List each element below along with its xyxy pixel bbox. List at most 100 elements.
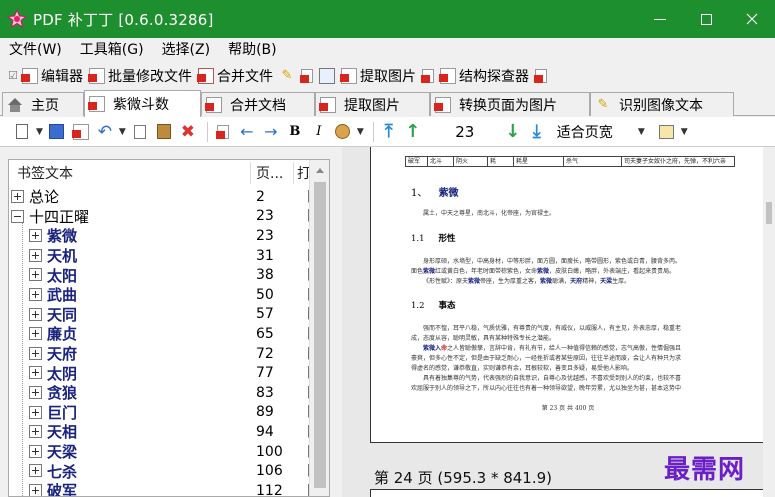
ocr-tool-button[interactable]: ✎ <box>279 63 295 89</box>
column-divider[interactable] <box>293 162 294 184</box>
zoom-value: 适合页宽 <box>556 124 613 141</box>
expand-icon[interactable] <box>29 385 42 399</box>
expand-icon[interactable] <box>29 425 42 439</box>
bookmark-row[interactable]: 天梁100[ <box>9 442 312 462</box>
pdf-tool-button-2[interactable] <box>421 63 434 89</box>
bookmark-row[interactable]: 天相94[ <box>9 422 312 442</box>
last-page-button[interactable]: ⤓ <box>527 121 547 142</box>
expand-icon[interactable] <box>29 366 42 380</box>
tab-ziwei[interactable]: 紫微斗数 <box>84 90 201 117</box>
color-button[interactable] <box>333 122 353 142</box>
doc-icon <box>319 68 335 84</box>
expand-icon[interactable] <box>29 444 42 458</box>
expand-icon[interactable] <box>29 405 42 419</box>
page-number-input[interactable]: 23 <box>435 123 495 141</box>
structure-explorer-button[interactable]: 结构探查器 <box>439 63 529 89</box>
batch-modify-button[interactable]: 批量修改文件 <box>88 63 192 89</box>
menu-help[interactable]: 帮助(B) <box>219 38 286 62</box>
paste-button[interactable] <box>154 122 174 142</box>
close-button[interactable] <box>729 0 775 38</box>
expand-icon[interactable] <box>29 464 42 478</box>
editor-button[interactable]: 编辑器 <box>21 63 83 89</box>
expand-icon[interactable] <box>29 307 42 321</box>
header-bookmark-text[interactable]: 书签文本 <box>17 163 73 183</box>
pdf-tool-button-3[interactable] <box>534 63 547 89</box>
next-page-button[interactable]: ↓ <box>503 121 523 142</box>
tab-home[interactable]: 主页 <box>2 92 84 116</box>
bookmark-row[interactable]: 廉贞65[ <box>9 324 312 344</box>
collapse-icon[interactable] <box>11 209 24 223</box>
minimize-button[interactable] <box>637 0 683 38</box>
bookmark-row[interactable]: 紫微23[ <box>9 226 312 246</box>
pane-splitter[interactable] <box>330 147 342 497</box>
tab-convert-to-images[interactable]: 转换页面为图片 <box>430 92 590 116</box>
menu-file[interactable]: 文件(W) <box>0 38 71 62</box>
pdf-small-icon <box>534 69 547 83</box>
scroll-up-icon[interactable] <box>316 168 324 173</box>
move-right-button[interactable]: → <box>261 122 281 142</box>
bookmark-row[interactable]: 十四正曜23[ <box>9 207 312 227</box>
header-page[interactable]: 页... <box>256 163 292 183</box>
bookmark-button[interactable] <box>213 122 233 142</box>
expand-icon[interactable] <box>29 229 42 243</box>
pdf-page-24[interactable] <box>370 489 764 497</box>
bookmark-row[interactable]: 贪狼83[ <box>9 383 312 403</box>
expand-icon[interactable] <box>29 346 42 360</box>
scroll-thumb[interactable] <box>766 202 772 224</box>
copy-button[interactable] <box>130 122 150 142</box>
bookmark-row[interactable]: 巨门89[ <box>9 403 312 423</box>
pdf-tool-button-1[interactable] <box>300 63 313 89</box>
scroll-thumb[interactable] <box>314 182 326 488</box>
zoom-select[interactable]: 适合页宽 ▼ <box>555 121 647 143</box>
expand-icon[interactable] <box>29 248 42 262</box>
expand-icon[interactable] <box>29 287 42 301</box>
delete-button[interactable]: ✖ <box>178 122 198 142</box>
maximize-button[interactable] <box>683 0 729 38</box>
save-button[interactable] <box>47 122 67 142</box>
pdf-page-23[interactable]: 破军 北斗 阴火 耗 耗星 杀气 司夫妻子女奴仆之府，先弹，不利六亲 1、 紫微… <box>370 147 764 443</box>
tab-extract-images[interactable]: 提取图片 <box>315 92 430 116</box>
bookmark-scrollbar[interactable] <box>309 160 329 496</box>
batch-modify-label: 批量修改文件 <box>108 69 192 85</box>
menu-select[interactable]: 选择(Z) <box>153 38 220 62</box>
extract-images-button[interactable]: 提取图片 <box>340 63 416 89</box>
expand-icon[interactable] <box>29 327 42 341</box>
bookmark-row[interactable]: 太阳38[ <box>9 265 312 285</box>
preview-text: 之人皆聪傲孳，言辞中肯，有礼有节，给人一种值得信赖的感觉，志气高傲，性情倔强且 <box>447 345 682 352</box>
bookmark-row[interactable]: 太阴77[ <box>9 363 312 383</box>
menu-toolbox[interactable]: 工具箱(G) <box>71 38 153 62</box>
prev-page-button[interactable]: ↑ <box>403 121 423 142</box>
doc-tool-button[interactable] <box>319 63 335 89</box>
merge-files-button[interactable]: 合并文件 <box>197 63 273 89</box>
preview-line: 具有着独集尊的气势，代表强烈的自我意识，自尊心及优越感，不喜欢受到别人的约束，也… <box>423 375 682 382</box>
save-as-button[interactable] <box>71 122 91 142</box>
bookmark-row[interactable]: 总论2[ <box>9 187 312 207</box>
bookmark-row[interactable]: 天府72[ <box>9 344 312 364</box>
key-icon: ✎ <box>281 68 293 83</box>
toolbar-separator <box>372 121 374 142</box>
dropdown-caret-icon[interactable]: ▼ <box>357 127 364 137</box>
bookmark-row[interactable]: 武曲50[ <box>9 285 312 305</box>
bold-button[interactable]: B <box>285 122 305 142</box>
bookmark-row[interactable]: 七杀106[ <box>9 461 312 481</box>
dropdown-caret-icon[interactable]: ▼ <box>36 127 43 137</box>
expand-icon[interactable] <box>29 268 42 282</box>
bookmark-row[interactable]: 天同57[ <box>9 305 312 325</box>
column-divider[interactable] <box>250 162 251 184</box>
expand-icon[interactable] <box>11 190 24 203</box>
dropdown-caret-icon[interactable]: ▼ <box>119 127 126 137</box>
expand-icon[interactable] <box>29 483 42 496</box>
undo-button[interactable]: ↶ <box>95 122 115 142</box>
first-page-button[interactable]: ⤒ <box>379 121 399 142</box>
bookmark-row[interactable]: 破军112[ <box>9 481 312 496</box>
tab-ocr[interactable]: ✎ 识别图像文本 <box>590 92 734 116</box>
view-options-button[interactable] <box>657 122 677 142</box>
move-left-button[interactable]: ← <box>237 122 257 142</box>
tab-merge-docs[interactable]: 合并文档 <box>201 92 315 116</box>
italic-button[interactable]: I <box>309 122 329 142</box>
bookmark-page: 50 <box>256 286 274 303</box>
new-doc-button[interactable] <box>12 122 32 142</box>
bookmark-row[interactable]: 天机31[ <box>9 246 312 266</box>
dropdown-caret-icon[interactable]: ▼ <box>681 127 688 137</box>
preview-scrollbar[interactable] <box>763 147 775 497</box>
